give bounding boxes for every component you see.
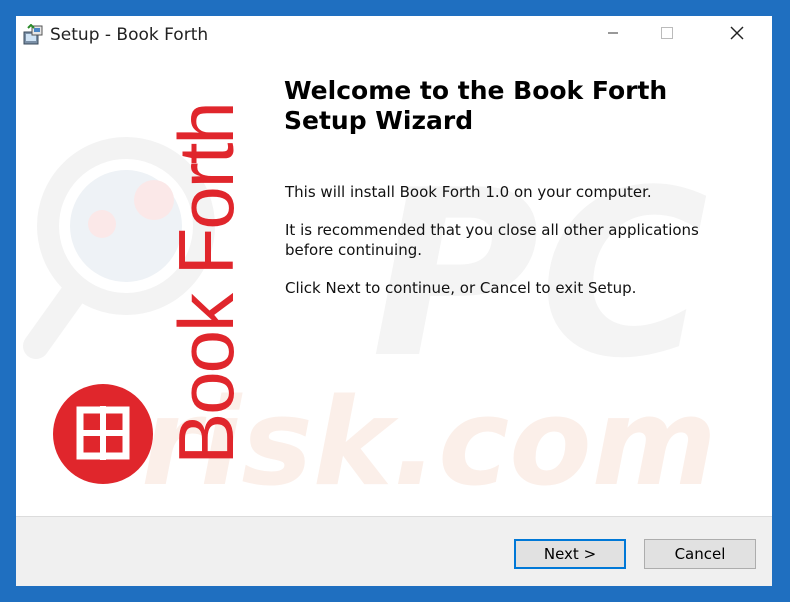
- close-apps-text: It is recommended that you close all oth…: [285, 221, 699, 259]
- button-bar: Next > Cancel: [16, 517, 772, 586]
- setup-window: Setup - Book Forth PC risk.com Book Fort…: [16, 16, 772, 586]
- cancel-button[interactable]: Cancel: [644, 539, 756, 569]
- window-title: Setup - Book Forth: [50, 25, 209, 45]
- installer-icon: [22, 23, 44, 46]
- wizard-content: PC risk.com Book Forth Welcome to the Bo…: [16, 54, 772, 516]
- maximize-button[interactable]: [644, 16, 690, 54]
- maximize-icon: [660, 26, 674, 45]
- brand-panel: Book Forth: [16, 54, 276, 516]
- close-button[interactable]: [714, 16, 760, 54]
- brand-wordmark: Book Forth: [162, 103, 250, 465]
- page-title: Welcome to the Book Forth Setup Wizard: [284, 76, 668, 135]
- next-button[interactable]: Next >: [514, 539, 626, 569]
- minimize-icon: [607, 26, 619, 44]
- continue-instructions-text: Click Next to continue, or Cancel to exi…: [285, 279, 637, 297]
- close-icon: [729, 25, 745, 46]
- install-info-text: This will install Book Forth 1.0 on your…: [285, 183, 652, 201]
- title-bar[interactable]: Setup - Book Forth: [16, 16, 772, 54]
- minimize-button[interactable]: [590, 16, 636, 54]
